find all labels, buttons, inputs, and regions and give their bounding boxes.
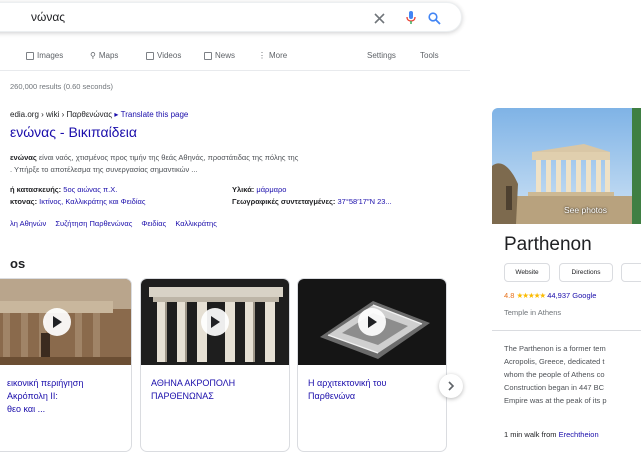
knowledge-panel-title: Parthenon	[504, 234, 592, 255]
result-url: edia.org › wiki › Παρθενώνας ▸ Translate…	[10, 110, 188, 119]
star-rating-icon: ★★★★★	[516, 291, 547, 300]
fact-material: Υλικά: μάρμαρο	[232, 185, 287, 194]
video-title: ΑΘΗΝΑ ΑΚΡΟΠΟΛΗ ΠΑΡΘΕΝΩΝΑΣ	[151, 378, 236, 401]
search-input[interactable]: νώνας	[31, 10, 65, 24]
video-icon	[146, 51, 154, 60]
video-thumbnail	[298, 279, 446, 365]
search-icon[interactable]	[424, 8, 444, 28]
knowledge-panel-description: The Parthenon is a former tem Acropolis,…	[504, 344, 607, 405]
video-card[interactable]: Η αρχιτεκτονική του Παρθενώνα	[297, 278, 447, 452]
tab-news[interactable]: News	[204, 51, 235, 60]
fact-coordinates: Γεωγραφικές συντεταγμένες: 37°58′17″N 23…	[232, 197, 392, 206]
fact-architect: κτονας: Ικτίνος, Καλλικράτης και Φειδίας	[10, 197, 146, 206]
settings-link[interactable]: Settings	[367, 51, 396, 60]
walk-distance: 1 min walk from Erechtheion	[504, 430, 599, 439]
directions-button[interactable]: Directions	[559, 263, 613, 282]
sitelink[interactable]: Καλλικράτης	[175, 219, 217, 228]
see-photos-link[interactable]: See photos	[564, 205, 607, 215]
knowledge-panel-photo-2[interactable]	[632, 108, 641, 224]
sitelinks: λη Αθηνών Συζήτηση Παρθενώνας Φειδίας Κα…	[10, 219, 224, 228]
video-thumbnail	[0, 279, 131, 365]
rating: 4.8 ★★★★★ 44,937 Google	[504, 291, 596, 300]
play-icon[interactable]	[43, 308, 71, 336]
clear-icon[interactable]	[369, 8, 389, 28]
microphone-icon[interactable]	[401, 8, 421, 28]
website-button[interactable]: Website	[504, 263, 550, 282]
review-count[interactable]: 44,937 Google	[547, 291, 596, 300]
search-results-page: νώνας Images ⚲ Maps Videos News ⋮ More Set…	[0, 0, 641, 452]
tab-videos[interactable]: Videos	[146, 51, 181, 60]
chevron-right-icon	[448, 381, 455, 391]
next-videos-button[interactable]	[439, 374, 463, 398]
snippet-text-2: . Υπήρξε το αποτέλεσμα της συνεργασίας σ…	[10, 165, 198, 174]
sitelink[interactable]: Φειδίας	[141, 219, 166, 228]
video-title: εικονική περιήγηση Ακρόπολη II: θεο και .…	[7, 378, 84, 414]
videos-heading: os	[10, 256, 26, 271]
search-box[interactable]: νώνας	[0, 2, 462, 32]
sitelink[interactable]: λη Αθηνών	[10, 219, 46, 228]
tab-maps[interactable]: ⚲ Maps	[90, 51, 118, 60]
play-icon[interactable]	[358, 308, 386, 336]
tabs-divider	[0, 70, 470, 71]
result-title[interactable]: ενώνας - Βικιπαίδεια	[10, 124, 137, 140]
result-breadcrumb: edia.org › wiki › Παρθενώνας	[10, 110, 113, 119]
video-thumbnail	[141, 279, 289, 365]
result-stats: 260,000 results (0.60 seconds)	[10, 82, 113, 91]
translate-link[interactable]: ▸ Translate this page	[114, 110, 188, 119]
tab-more[interactable]: ⋮ More	[258, 51, 287, 60]
more-icon: ⋮	[258, 51, 266, 60]
nearby-place-link[interactable]: Erechtheion	[559, 430, 599, 439]
tab-images[interactable]: Images	[26, 51, 63, 60]
search-tabs: Images ⚲ Maps Videos News ⋮ More Settings …	[0, 48, 460, 66]
place-type: Temple in Athens	[504, 308, 562, 317]
save-button[interactable]	[621, 263, 641, 282]
video-card[interactable]: ΑΘΗΝΑ ΑΚΡΟΠΟΛΗ ΠΑΡΘΕΝΩΝΑΣ	[140, 278, 290, 452]
snippet-keyword: ενώνας	[10, 153, 37, 162]
result-snippet: ενώνας είναι ναός, χτισμένος προς τιμήν …	[10, 152, 410, 176]
knowledge-panel-photo[interactable]	[492, 108, 632, 224]
video-title: Η αρχιτεκτονική του Παρθενώνα	[308, 378, 387, 401]
divider	[492, 330, 641, 331]
snippet-text: είναι ναός, χτισμένος προς τιμήν της θεά…	[36, 153, 299, 162]
map-pin-icon: ⚲	[90, 51, 96, 60]
fact-construction: ή κατασκευής: 5ος αιώνας π.Χ.	[10, 185, 118, 194]
news-icon	[204, 51, 212, 60]
image-icon	[26, 51, 34, 60]
video-card[interactable]: εικονική περιήγηση Ακρόπολη II: θεο και .…	[0, 278, 132, 452]
rating-value: 4.8	[504, 291, 515, 300]
sitelink[interactable]: Συζήτηση Παρθενώνας	[55, 219, 132, 228]
play-icon[interactable]	[201, 308, 229, 336]
tools-link[interactable]: Tools	[420, 51, 439, 60]
